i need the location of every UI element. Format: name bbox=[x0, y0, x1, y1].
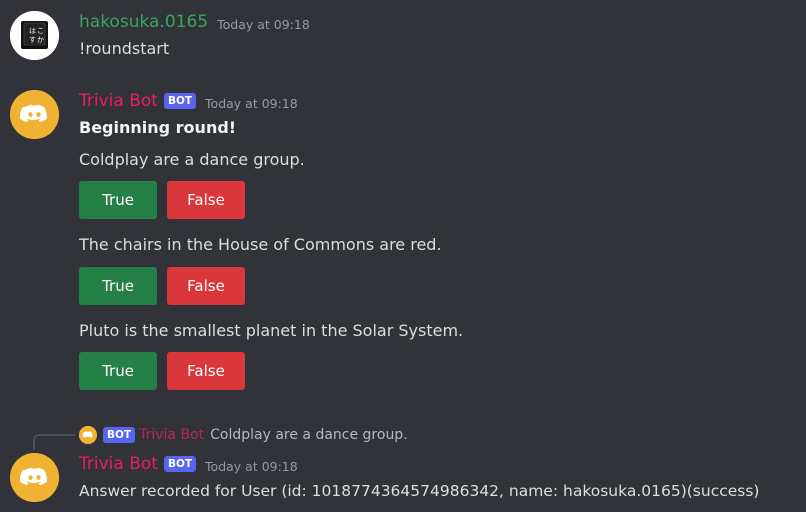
question-text: Coldplay are a dance group. bbox=[79, 150, 305, 169]
reply-text[interactable]: Coldplay are a dance group. bbox=[210, 427, 408, 443]
message-content: Answer recorded for User (id: 1018774364… bbox=[79, 482, 760, 500]
discord-logo-icon bbox=[10, 453, 59, 502]
bot-avatar[interactable] bbox=[10, 90, 59, 139]
discord-logo-icon bbox=[79, 426, 97, 444]
answer-false-button[interactable]: False bbox=[167, 267, 245, 305]
reply-author-name[interactable]: Trivia Bot bbox=[139, 427, 204, 443]
answer-false-button[interactable]: False bbox=[167, 181, 245, 219]
round-heading: Beginning round! bbox=[79, 118, 237, 137]
answer-true-button[interactable]: True bbox=[79, 267, 157, 305]
question-text: Pluto is the smallest planet in the Sola… bbox=[79, 321, 464, 340]
answer-true-button[interactable]: True bbox=[79, 352, 157, 390]
bot-avatar[interactable] bbox=[10, 453, 59, 502]
bot-badge: BOT bbox=[103, 427, 136, 443]
answer-false-button[interactable]: False bbox=[167, 352, 245, 390]
discord-logo-icon bbox=[10, 90, 59, 139]
reply-reference[interactable]: BOT Trivia Bot Coldplay are a dance grou… bbox=[79, 425, 408, 445]
message-bot-round: Trivia Bot BOT Today at 09:18 Beginning … bbox=[0, 0, 806, 400]
author-name[interactable]: Trivia Bot bbox=[79, 91, 158, 111]
reply-connector bbox=[33, 434, 75, 450]
reply-avatar bbox=[79, 426, 97, 444]
message-timestamp: Today at 09:18 bbox=[205, 458, 298, 474]
bot-badge: BOT bbox=[163, 93, 197, 109]
author-name[interactable]: Trivia Bot bbox=[79, 454, 158, 474]
bot-badge: BOT bbox=[163, 456, 197, 472]
message-timestamp: Today at 09:18 bbox=[205, 95, 298, 111]
answer-true-button[interactable]: True bbox=[79, 181, 157, 219]
question-text: The chairs in the House of Commons are r… bbox=[79, 235, 442, 254]
